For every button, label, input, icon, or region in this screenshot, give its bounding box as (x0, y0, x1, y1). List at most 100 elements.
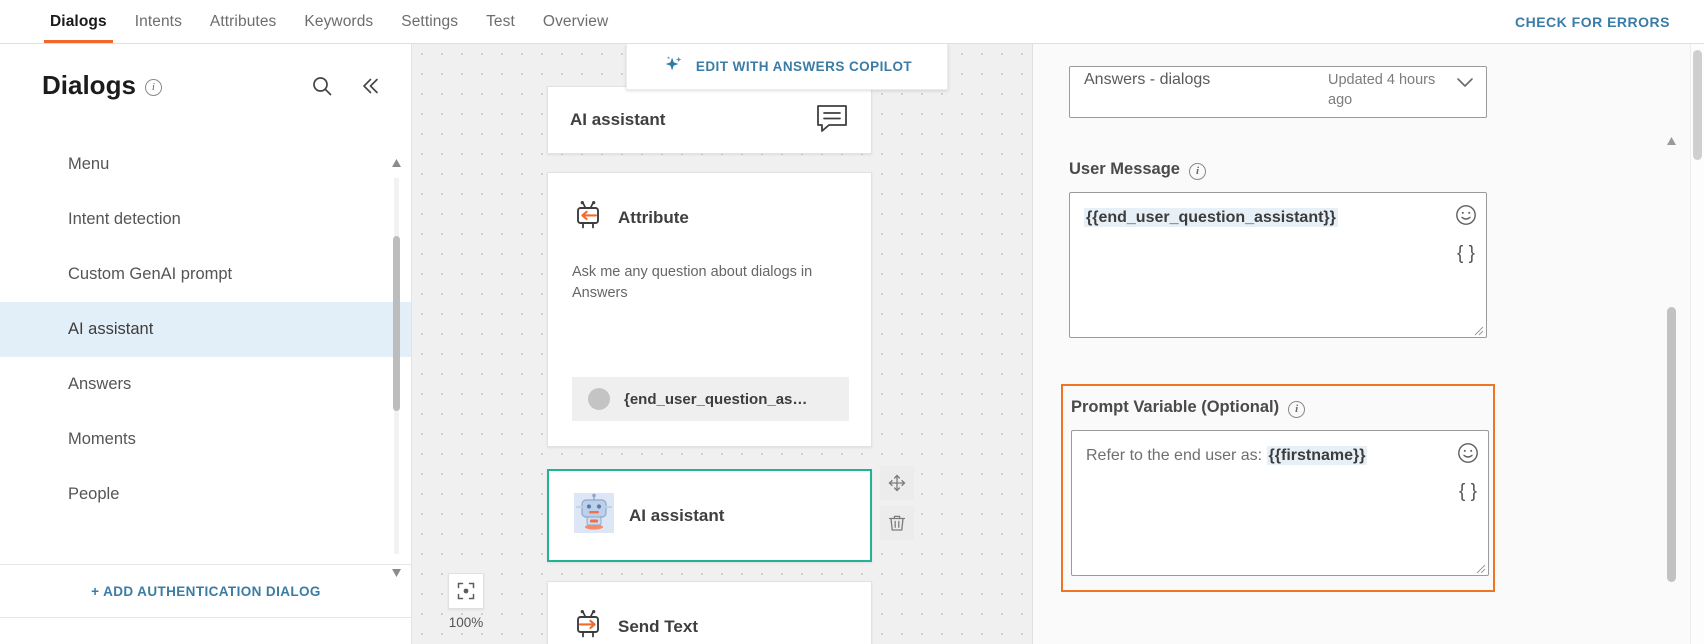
emoji-smiley-icon[interactable] (1456, 441, 1480, 470)
canvas-node-attribute-chip[interactable]: {end_user_question_as… (572, 377, 849, 421)
info-icon[interactable]: i (1188, 163, 1206, 180)
robot-outbound-icon (572, 608, 604, 644)
insert-variable-icon[interactable]: { } (1457, 244, 1475, 263)
prompt-variable-label-row: Prompt Variable (Optional) i (1071, 398, 1485, 418)
add-authentication-dialog-label: + ADD AUTHENTICATION DIALOG (91, 583, 321, 599)
panel-scrollbar[interactable] (1666, 92, 1678, 620)
sidebar-item-label: Intent detection (68, 210, 181, 228)
canvas-node-attribute-chip-label: {end_user_question_as… (624, 390, 808, 408)
canvas-dialog-header-node[interactable]: AI assistant (547, 86, 872, 154)
sidebar-item-ai-assistant[interactable]: AI assistant (0, 302, 411, 357)
knowledge-base-select[interactable]: Answers - dialogs Updated 4 hours ago (1069, 66, 1487, 118)
canvas-zoom-control: 100% (448, 573, 484, 630)
scroll-up-arrow-icon[interactable] (391, 156, 402, 167)
sidebar-scrollbar[interactable] (391, 156, 402, 577)
scroll-up-arrow-icon[interactable] (1666, 134, 1677, 145)
insert-variable-icon[interactable]: { } (1459, 482, 1477, 501)
tab-overview-label: Overview (542, 12, 609, 30)
edit-with-answers-copilot-button[interactable]: EDIT WITH ANSWERS COPILOT (626, 44, 948, 90)
move-icon[interactable] (880, 466, 914, 500)
tab-attributes[interactable]: Attributes (196, 0, 290, 43)
emoji-smiley-icon[interactable] (1454, 203, 1478, 232)
user-message-input-actions: { } (1454, 203, 1478, 263)
trash-icon[interactable] (880, 506, 914, 540)
prompt-variable-label: Prompt Variable (Optional) (1071, 398, 1280, 416)
prompt-variable-group: Prompt Variable (Optional) i Refer to th… (1061, 384, 1495, 592)
page-scrollbar[interactable] (1690, 44, 1704, 644)
canvas-node-ai-assistant[interactable]: AI assistant (547, 469, 872, 562)
robot-avatar-icon (573, 492, 615, 539)
sidebar-header-actions (309, 73, 383, 99)
sidebar-item-label: Custom GenAI prompt (68, 265, 233, 283)
panel-scrollbar-thumb[interactable] (1667, 307, 1676, 582)
sidebar-item-custom-genai-prompt[interactable]: Custom GenAI prompt (0, 247, 411, 302)
user-message-label: User Message (1069, 160, 1180, 178)
user-message-input[interactable]: {{end_user_question_assistant}} { } (1069, 192, 1487, 338)
app-root: Dialogs Intents Attributes Keywords Sett… (0, 0, 1704, 644)
canvas-node-send-text-header: Send Text (572, 608, 847, 644)
fit-to-screen-icon[interactable] (448, 573, 484, 609)
tab-settings[interactable]: Settings (387, 0, 472, 43)
tab-intents[interactable]: Intents (121, 0, 196, 43)
sidebar-item-label: Answers (68, 375, 132, 393)
robot-inbound-icon (572, 199, 604, 236)
dialog-flow-canvas[interactable]: EDIT WITH ANSWERS COPILOT AI assistant A… (412, 44, 1032, 644)
top-bar-actions: CHECK FOR ERRORS (1509, 0, 1704, 43)
sidebar-item-people[interactable]: People (0, 467, 411, 522)
search-icon[interactable] (309, 73, 335, 99)
tab-settings-label: Settings (401, 12, 459, 30)
user-message-variable-token: {{end_user_question_assistant}} (1084, 208, 1338, 227)
sidebar-item-answers[interactable]: Answers (0, 357, 411, 412)
canvas-node-attribute-title: Attribute (618, 207, 689, 227)
canvas-zoom-level: 100% (448, 615, 484, 630)
knowledge-base-name: Answers - dialogs (1084, 71, 1211, 88)
edit-with-answers-copilot-label: EDIT WITH ANSWERS COPILOT (695, 59, 913, 74)
tab-dialogs[interactable]: Dialogs (36, 0, 121, 43)
sparkle-icon (662, 53, 684, 80)
sidebar-scrollbar-thumb[interactable] (393, 236, 400, 411)
user-message-value: {{end_user_question_assistant}} (1070, 193, 1486, 229)
prompt-variable-input[interactable]: Refer to the end user as: {{firstname}} … (1071, 430, 1489, 576)
sidebar-item-label: Menu (68, 155, 110, 173)
tab-keywords[interactable]: Keywords (290, 0, 387, 43)
check-for-errors-button[interactable]: CHECK FOR ERRORS (1509, 13, 1676, 31)
sidebar-item-menu[interactable]: Menu (0, 137, 411, 192)
canvas-node-attribute-header: Attribute (572, 199, 847, 236)
tab-test-label: Test (486, 12, 515, 30)
page-scrollbar-thumb[interactable] (1693, 50, 1702, 160)
add-authentication-dialog-button[interactable]: + ADD AUTHENTICATION DIALOG (0, 564, 411, 618)
chat-bubble-icon[interactable] (815, 103, 849, 138)
top-navigation-bar: Dialogs Intents Attributes Keywords Sett… (0, 0, 1704, 44)
prompt-variable-value-prefix: Refer to the end user as: (1086, 447, 1267, 464)
chevron-double-left-icon[interactable] (357, 73, 383, 99)
sidebar-title: Dialogs (42, 70, 136, 100)
prompt-variable-value: Refer to the end user as: {{firstname}} (1072, 431, 1488, 467)
chevron-down-icon[interactable] (1456, 75, 1474, 93)
prompt-variable-input-actions: { } (1456, 441, 1480, 501)
sidebar-item-moments[interactable]: Moments (0, 412, 411, 467)
sidebar-header: Dialogs i (0, 44, 411, 115)
knowledge-base-updated: Updated 4 hours ago (1328, 72, 1436, 108)
sidebar-item-label: People (68, 485, 120, 503)
tab-test[interactable]: Test (472, 0, 529, 43)
sidebar-dialog-list: Menu Intent detection Custom GenAI promp… (0, 137, 411, 522)
tab-dialogs-label: Dialogs (50, 12, 107, 30)
canvas-node-toolbar (880, 466, 914, 540)
sidebar-item-intent-detection[interactable]: Intent detection (0, 192, 411, 247)
canvas-node-attribute-description: Ask me any question about dialogs in Ans… (572, 264, 813, 302)
tab-keywords-label: Keywords (304, 12, 374, 30)
canvas-node-attribute[interactable]: Attribute Ask me any question about dial… (547, 172, 872, 447)
user-message-group: User Message i {{end_user_question_assis… (1069, 160, 1487, 338)
top-tab-list: Dialogs Intents Attributes Keywords Sett… (36, 0, 622, 43)
sidebar-item-label: AI assistant (68, 320, 154, 338)
canvas-node-send-text[interactable]: Send Text (547, 581, 872, 644)
tab-attributes-label: Attributes (209, 12, 277, 30)
info-icon[interactable]: i (1288, 401, 1306, 418)
textarea-resize-handle[interactable] (1472, 323, 1484, 336)
user-message-label-row: User Message i (1069, 160, 1487, 180)
attribute-dot-icon (588, 388, 610, 410)
tab-overview[interactable]: Overview (529, 0, 622, 43)
canvas-node-send-text-title: Send Text (618, 616, 698, 636)
textarea-resize-handle[interactable] (1474, 561, 1486, 574)
info-icon[interactable]: i (144, 79, 162, 96)
